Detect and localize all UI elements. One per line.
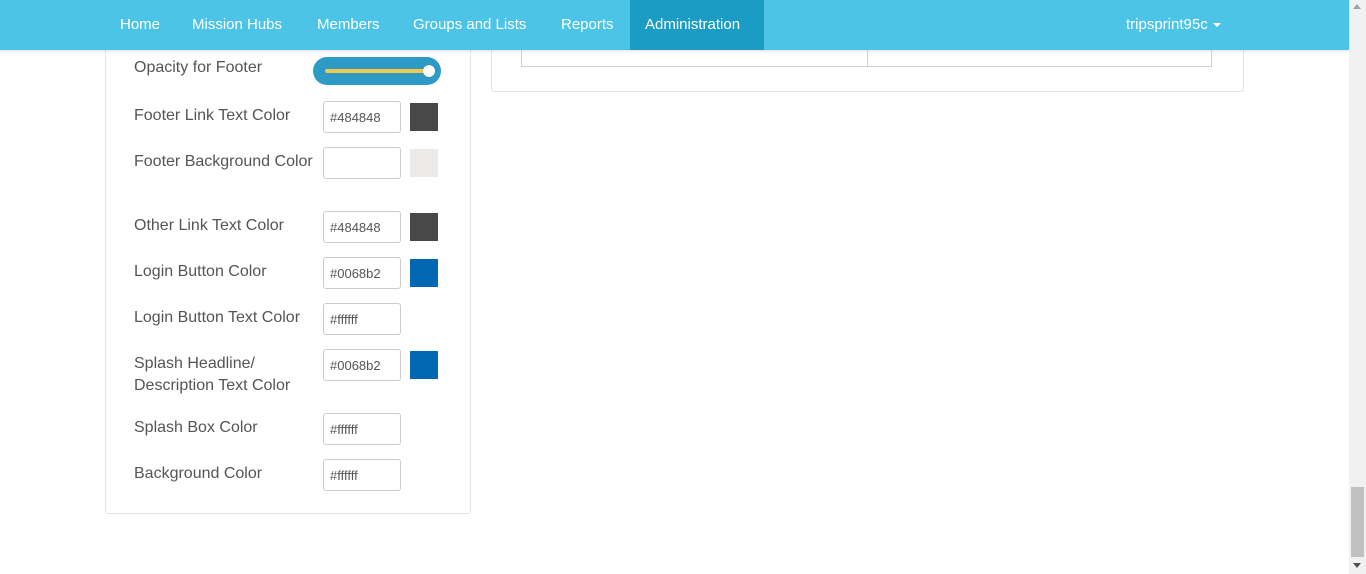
scroll-down-arrow-icon[interactable]	[1353, 563, 1361, 568]
splash-box-color-input[interactable]	[323, 413, 401, 445]
splash-headline-text-color-label: Splash Headline/ Description Text Color	[134, 355, 291, 394]
slider-track	[325, 69, 429, 73]
login-button-text-color-input[interactable]	[323, 303, 401, 335]
user-name: tripsprint95c	[1126, 16, 1208, 33]
background-color-input[interactable]	[323, 459, 401, 491]
nav-reports[interactable]: Reports	[546, 0, 629, 50]
opacity-footer-slider[interactable]	[313, 57, 441, 85]
login-button-color-swatch[interactable]	[410, 259, 438, 287]
scroll-thumb[interactable]	[1351, 487, 1364, 557]
other-link-text-color-label: Other Link Text Color	[134, 217, 284, 234]
footer-link-text-color-swatch[interactable]	[410, 103, 438, 131]
nav-members[interactable]: Members	[302, 0, 395, 50]
login-button-color-label: Login Button Color	[134, 263, 267, 280]
footer-link-text-color-label: Footer Link Text Color	[134, 107, 291, 124]
splash-headline-text-color-input[interactable]	[323, 349, 401, 381]
footer-background-color-input[interactable]	[323, 147, 401, 179]
nav-administration[interactable]: Administration	[630, 0, 764, 50]
user-menu[interactable]: tripsprint95c	[1111, 0, 1236, 50]
login-button-text-color-label: Login Button Text Color	[134, 309, 301, 326]
nav-home[interactable]: Home	[105, 0, 175, 50]
splash-box-color-label: Splash Box Color	[134, 419, 258, 436]
slider-thumb[interactable]	[423, 65, 435, 77]
nav-mission-hubs[interactable]: Mission Hubs	[177, 0, 297, 50]
vertical-scrollbar[interactable]	[1349, 0, 1366, 574]
scroll-up-arrow-icon[interactable]	[1353, 4, 1361, 9]
login-button-color-input[interactable]	[323, 257, 401, 289]
footer-background-color-label: Footer Background Color	[134, 153, 313, 170]
footer-link-text-color-input[interactable]	[323, 101, 401, 133]
splash-headline-text-color-swatch[interactable]	[410, 351, 438, 379]
caret-down-icon	[1212, 23, 1221, 28]
top-navbar: Home Mission Hubs Members Groups and Lis…	[0, 0, 1349, 50]
footer-background-color-swatch[interactable]	[410, 149, 438, 177]
nav-groups-and-lists[interactable]: Groups and Lists	[398, 0, 541, 50]
background-color-label: Background Color	[134, 465, 263, 482]
other-link-text-color-swatch[interactable]	[410, 213, 438, 241]
opacity-footer-label: Opacity for Footer	[134, 59, 263, 76]
other-link-text-color-input[interactable]	[323, 211, 401, 243]
